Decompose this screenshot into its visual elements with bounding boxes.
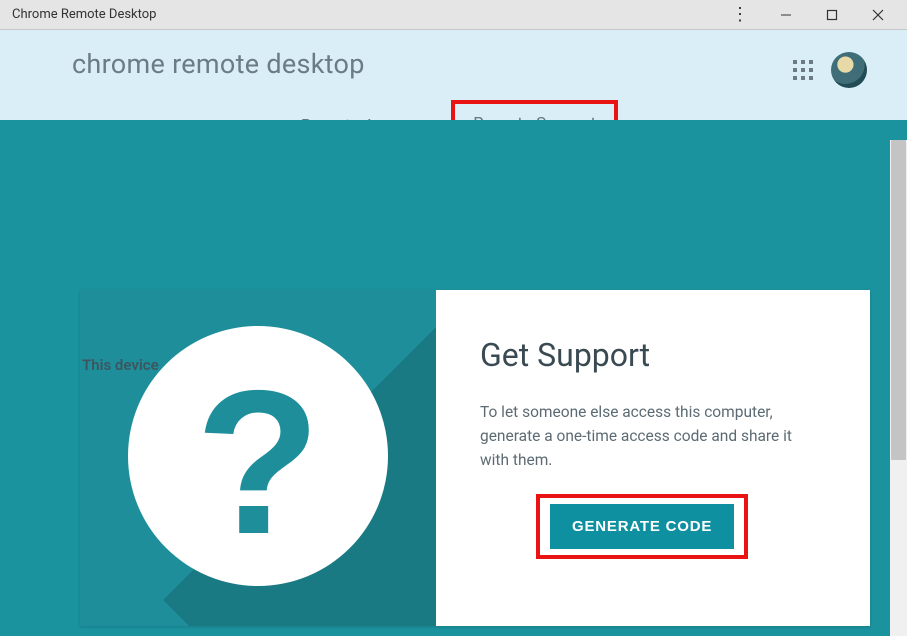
window-title: Chrome Remote Desktop — [6, 7, 727, 22]
scrollbar-track[interactable] — [890, 140, 907, 636]
generate-code-highlight: GENERATE CODE — [540, 498, 744, 555]
generate-code-button[interactable]: GENERATE CODE — [550, 504, 734, 549]
apps-grid-icon[interactable] — [793, 60, 813, 80]
avatar[interactable] — [831, 52, 867, 88]
card-illustration: ? — [80, 290, 436, 626]
card-body-area: Get Support To let someone else access t… — [436, 290, 870, 626]
scrollbar-thumb[interactable] — [891, 140, 906, 460]
minimize-button[interactable] — [763, 0, 809, 30]
app-brand: chrome remote desktop — [0, 48, 907, 80]
maximize-button[interactable] — [809, 0, 855, 30]
question-mark-icon: ? — [128, 326, 388, 586]
close-button[interactable] — [855, 0, 901, 30]
card-title: Get Support — [480, 336, 826, 374]
window-titlebar: Chrome Remote Desktop ⋮ — [0, 0, 907, 30]
app-viewport: chrome remote desktop Remote Access Remo… — [0, 30, 907, 636]
window-controls — [763, 0, 901, 30]
card-description: To let someone else access this computer… — [480, 400, 800, 472]
more-icon[interactable]: ⋮ — [727, 0, 753, 30]
support-card: ? Get Support To let someone else access… — [80, 290, 870, 626]
section-label: This device — [82, 356, 159, 374]
header-actions — [793, 52, 867, 88]
main-content: This device ? Get Support To let someone… — [0, 290, 907, 626]
